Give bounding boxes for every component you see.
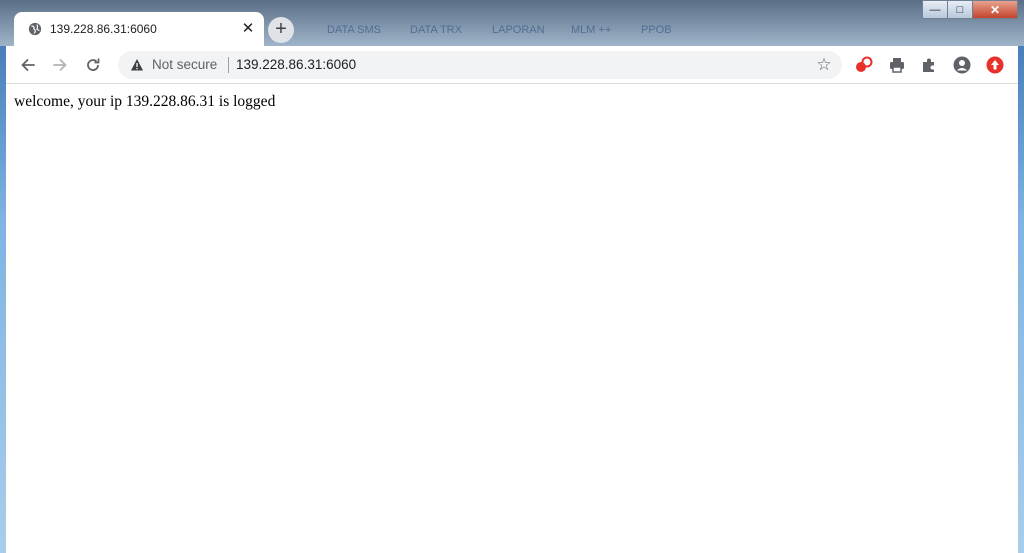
red-ext-icon[interactable]: [854, 55, 874, 75]
new-tab-button[interactable]: +: [268, 17, 294, 43]
globe-icon: [28, 22, 42, 36]
browser-toolbar: Not secure 139.228.86.31:6060 ☆: [6, 46, 1018, 84]
window-controls: — □ ✕: [922, 0, 1018, 21]
print-icon[interactable]: [887, 55, 907, 75]
profile-icon[interactable]: [952, 55, 972, 75]
puzzle-extensions-icon[interactable]: [919, 55, 939, 75]
close-window-button[interactable]: ✕: [972, 0, 1018, 19]
page-content: welcome, your ip 139.228.86.31 is logged: [6, 84, 1018, 553]
browser-window: 139.228.86.31:6060 ✕ + — □ ✕ Not secure: [6, 0, 1018, 553]
warning-triangle-icon[interactable]: [130, 58, 144, 72]
forward-arrow-icon[interactable]: [50, 55, 70, 75]
back-arrow-icon[interactable]: [18, 55, 38, 75]
welcome-message: welcome, your ip 139.228.86.31 is logged: [14, 93, 276, 110]
url-text[interactable]: 139.228.86.31:6060: [236, 57, 356, 72]
title-bar: 139.228.86.31:6060 ✕ + — □ ✕: [6, 0, 1018, 46]
security-label[interactable]: Not secure: [152, 57, 217, 72]
omnibox-separator: [228, 57, 229, 73]
reload-icon[interactable]: [83, 55, 103, 75]
tab-close-icon[interactable]: ✕: [240, 21, 256, 37]
active-tab[interactable]: 139.228.86.31:6060 ✕: [14, 12, 264, 46]
maximize-button[interactable]: □: [947, 0, 973, 19]
minimize-button[interactable]: —: [922, 0, 948, 19]
tab-title: 139.228.86.31:6060: [50, 22, 157, 36]
address-bar[interactable]: Not secure 139.228.86.31:6060 ☆: [118, 51, 842, 79]
red-circle-ext-icon[interactable]: [985, 55, 1005, 75]
star-icon[interactable]: ☆: [814, 55, 834, 75]
